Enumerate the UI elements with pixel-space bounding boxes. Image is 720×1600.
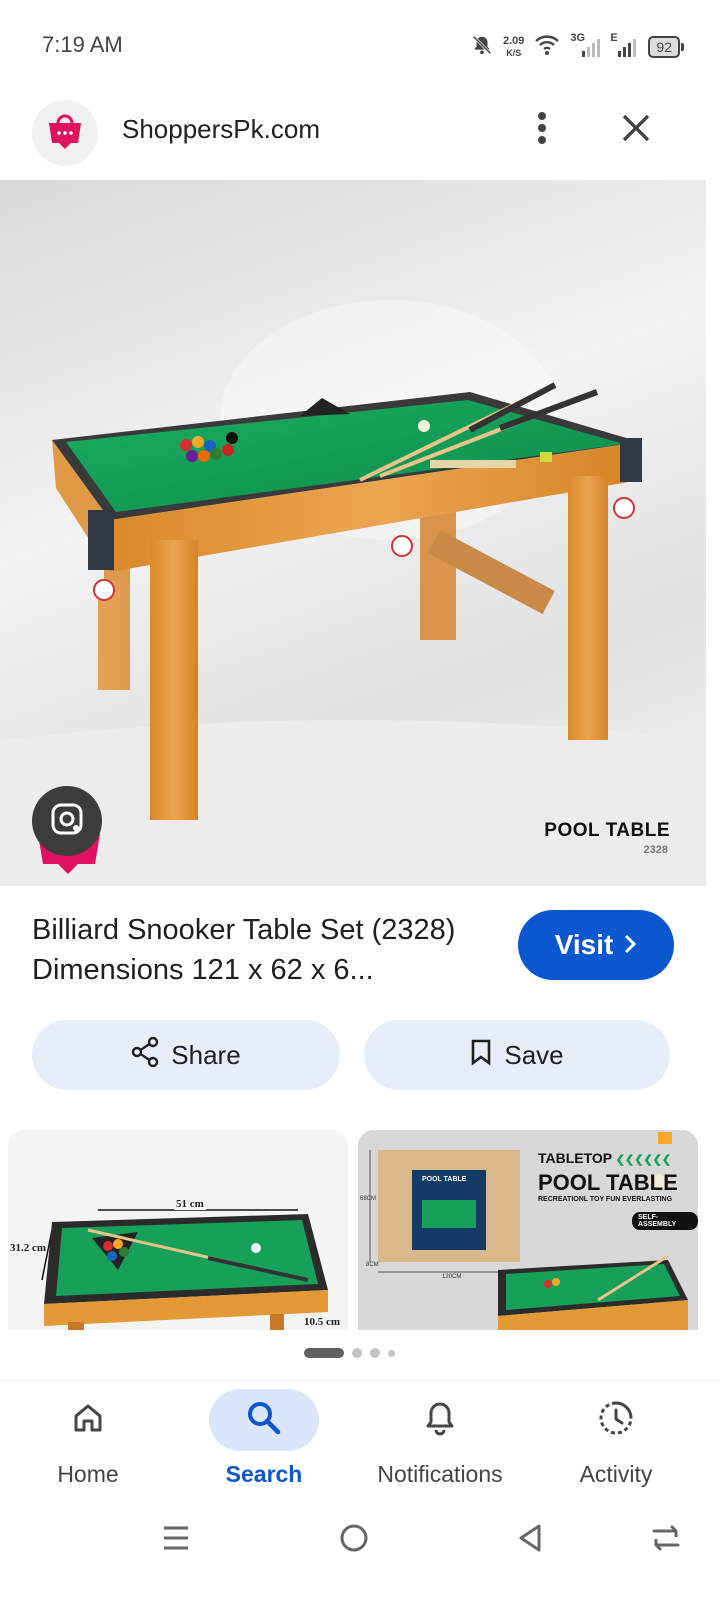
- thumb2-dim-d: 8CM: [366, 1262, 379, 1268]
- result-info: Billiard Snooker Table Set (2328) Dimens…: [0, 886, 720, 1006]
- nav-home-label: Home: [57, 1461, 119, 1487]
- site-name[interactable]: ShoppersPk.com: [122, 114, 320, 145]
- more-options-button[interactable]: [520, 102, 564, 158]
- nav-activity[interactable]: Activity: [528, 1381, 704, 1501]
- save-label: Save: [504, 1039, 564, 1070]
- speed-value: 2.09: [503, 35, 525, 47]
- hero-caption: POOL TABLE: [544, 820, 670, 841]
- status-time: 7:19 AM: [42, 32, 123, 57]
- lens-icon: [50, 802, 84, 841]
- signal-e-icon: E: [610, 32, 638, 59]
- carousel-dot: [352, 1348, 362, 1358]
- home-icon: [71, 1401, 105, 1440]
- back-triangle-icon: [515, 1522, 545, 1559]
- nav-home-icon-wrap: [33, 1389, 143, 1451]
- thumb1-dim-top: 51 cm: [174, 1198, 206, 1210]
- thumb2-dim-w: 120CM: [442, 1274, 462, 1280]
- shopping-bag-icon: [45, 113, 85, 154]
- status-icons: 2.09 K/S 3G E 92: [471, 30, 684, 64]
- save-button[interactable]: Save: [364, 1020, 670, 1090]
- nav-search-icon-wrap: [209, 1389, 319, 1451]
- wifi-icon: [534, 34, 560, 61]
- signal-3g-icon: 3G: [570, 32, 601, 59]
- share-icon: [131, 1036, 159, 1074]
- close-icon: [621, 113, 651, 148]
- close-button[interactable]: [612, 106, 660, 154]
- circle-icon: [338, 1522, 370, 1559]
- nav-home[interactable]: Home: [0, 1381, 176, 1501]
- thumbnail-table-dimensions: [41, 1209, 328, 1330]
- nav-notifications-label: Notifications: [377, 1461, 503, 1487]
- recents-button[interactable]: [146, 1512, 206, 1568]
- carousel-dot: [388, 1349, 395, 1357]
- network-speed: 2.09 K/S: [503, 35, 524, 59]
- related-image-1[interactable]: 51 cm 31.2 cm 10.5 cm: [8, 1130, 348, 1330]
- google-lens-button[interactable]: [32, 786, 102, 856]
- nav-search[interactable]: Search: [176, 1381, 352, 1501]
- nav-search-label: Search: [225, 1461, 303, 1487]
- speed-unit: K/S: [506, 48, 522, 58]
- home-system-button[interactable]: [324, 1512, 384, 1568]
- menu-lines-icon: [161, 1524, 191, 1557]
- carousel-indicator: [304, 1348, 395, 1358]
- chevron-arrows-icon: ❮❮❮❮❮❮: [615, 1154, 672, 1166]
- thumb2-badge: SELF-ASSEMBLY: [632, 1212, 698, 1230]
- more-vert-icon: [537, 111, 547, 150]
- visit-button[interactable]: Visit: [518, 910, 674, 980]
- battery-level: 92: [656, 39, 672, 55]
- nav-activity-icon-wrap: [561, 1389, 671, 1451]
- thumb2-subtitle: RECREATIONL TOY FUN EVERLASTING: [538, 1196, 673, 1203]
- rotate-button[interactable]: [636, 1512, 696, 1568]
- battery-icon: 92: [648, 36, 684, 58]
- carousel-dot: [370, 1348, 380, 1358]
- back-button[interactable]: [500, 1512, 560, 1568]
- status-bar: 7:19 AM 2.09 K/S 3G E 92: [0, 0, 720, 90]
- thumb2-heading1: TABLETOP ❮❮❮❮❮❮: [538, 1150, 671, 1166]
- net-3g-label: 3G: [570, 32, 586, 44]
- site-logo[interactable]: [32, 100, 98, 166]
- bell-icon: [423, 1400, 457, 1441]
- nav-notifications[interactable]: Notifications: [352, 1381, 528, 1501]
- thumb1-dim-left: 31.2 cm: [10, 1242, 47, 1254]
- chevron-right-icon: [623, 929, 637, 961]
- bookmark-icon: [470, 1038, 492, 1073]
- nav-notifications-icon-wrap: [385, 1389, 495, 1451]
- thumb2-box-text: POOL TABLE: [422, 1176, 467, 1183]
- hero-model-code: 2328: [643, 844, 668, 856]
- thumb1-dim-bottom: 10.5 cm: [304, 1316, 341, 1328]
- visit-label: Visit: [554, 929, 614, 960]
- net-e-label: E: [610, 32, 618, 44]
- thumb2-dim-h: 68CM: [360, 1196, 377, 1202]
- system-navigation-bar: [0, 1500, 720, 1600]
- share-button[interactable]: Share: [32, 1020, 340, 1090]
- bottom-navigation: Home Search Notifications Activity: [0, 1380, 720, 1501]
- search-icon: [246, 1400, 282, 1441]
- product-image[interactable]: POOL TABLE 2328: [0, 180, 706, 886]
- carousel-dot-active: [304, 1348, 344, 1358]
- activity-icon: [597, 1399, 635, 1442]
- site-header: ShoppersPk.com: [0, 92, 720, 180]
- share-label: Share: [171, 1039, 241, 1070]
- related-image-2[interactable]: TABLETOP ❮❮❮❮❮❮ POOL TABLE RECREATIONL T…: [358, 1130, 698, 1330]
- pool-table-illustration: [0, 300, 706, 886]
- result-title[interactable]: Billiard Snooker Table Set (2328) Dimens…: [32, 910, 502, 990]
- mute-icon: [471, 34, 493, 61]
- thumb2-heading2: POOL TABLE: [538, 1170, 678, 1195]
- rotate-icon: [648, 1523, 684, 1558]
- nav-activity-label: Activity: [579, 1461, 653, 1487]
- thumb2-heading1-text: TABLETOP: [538, 1150, 612, 1166]
